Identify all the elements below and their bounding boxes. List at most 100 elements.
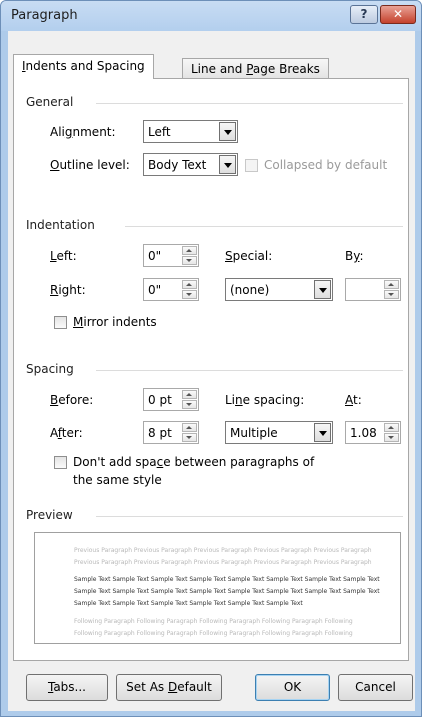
label-part: Li xyxy=(225,393,236,407)
spin-up-icon[interactable] xyxy=(384,423,399,432)
section-divider xyxy=(96,103,403,104)
special-dropdown[interactable]: (none) xyxy=(225,278,333,301)
label-accelerator: S xyxy=(225,249,233,263)
spin-down-icon[interactable] xyxy=(384,290,399,299)
label-part: utline level: xyxy=(59,158,130,172)
preview-following-line: Following Paragraph Following Paragraph … xyxy=(74,618,353,625)
spacing-before-label: Before: xyxy=(50,393,93,407)
spin-down-icon[interactable] xyxy=(182,256,197,265)
tab-indents-and-spacing[interactable]: Indents and Spacing xyxy=(13,54,154,79)
tab-label-part: age Breaks xyxy=(252,62,320,76)
label-part: t: xyxy=(353,393,362,407)
dont-add-space-label: Don't add space between paragraphs of xyxy=(73,455,314,469)
tab-accelerator: P xyxy=(246,62,253,76)
spinner-buttons xyxy=(182,390,197,409)
indent-right-spinner[interactable]: 0" xyxy=(143,278,199,301)
tab-label-part: ndents and Spacing xyxy=(25,59,145,73)
line-spacing-label: Line spacing: xyxy=(225,393,304,407)
special-label: Special: xyxy=(225,249,272,263)
by-label: By: xyxy=(345,249,364,263)
dont-add-space-label-line2: the same style xyxy=(73,473,162,487)
spinner-buttons xyxy=(384,423,399,442)
line-spacing-at-spinner[interactable]: 1.08 xyxy=(345,421,401,444)
mirror-indents-label: Mirror indents xyxy=(73,315,157,329)
spin-up-icon[interactable] xyxy=(182,390,197,399)
outline-level-value: Body Text xyxy=(148,158,207,172)
label-part: irror indents xyxy=(83,315,157,329)
chevron-down-icon[interactable] xyxy=(219,122,236,141)
collapsed-by-default-label: Collapsed by default xyxy=(264,158,388,172)
section-indentation-title: Indentation xyxy=(26,218,95,232)
at-label: At: xyxy=(345,393,362,407)
label-part: e between paragraphs of xyxy=(163,455,315,469)
collapsed-by-default-checkbox[interactable] xyxy=(245,159,258,172)
tabs-button[interactable]: Tabs... xyxy=(26,674,108,701)
chevron-down-icon[interactable] xyxy=(219,155,236,174)
spinner-buttons xyxy=(384,280,399,299)
alignment-value: Left xyxy=(148,125,171,139)
spinner-buttons xyxy=(182,246,197,265)
preview-previous-line: Previous Paragraph Previous Paragraph Pr… xyxy=(74,559,372,566)
help-button[interactable]: ? xyxy=(350,5,378,24)
section-divider xyxy=(96,370,403,371)
chevron-down-icon[interactable] xyxy=(314,423,331,442)
preview-previous-line: Previous Paragraph Previous Paragraph Pr… xyxy=(74,547,372,554)
spin-up-icon[interactable] xyxy=(182,246,197,255)
alignment-label: Alignment: xyxy=(50,125,116,139)
indent-right-value: 0" xyxy=(148,283,162,297)
indent-right-label: Right: xyxy=(50,283,86,297)
spin-up-icon[interactable] xyxy=(182,423,197,432)
spinner-buttons xyxy=(182,423,197,442)
dialog-title: Paragraph xyxy=(11,8,78,23)
label-part: Don't add spa xyxy=(73,455,157,469)
label-part: nment: xyxy=(72,125,116,139)
label-part: ter: xyxy=(61,426,83,440)
section-divider xyxy=(96,516,403,517)
label-accelerator: M xyxy=(73,315,84,329)
set-as-default-button[interactable]: Set As Default xyxy=(116,674,222,701)
label-part: ight: xyxy=(58,283,86,297)
preview-following-line: Following Paragraph Following Paragraph … xyxy=(74,630,353,637)
label-part: pecial: xyxy=(232,249,273,263)
outline-level-label: Outline level: xyxy=(50,158,130,172)
chevron-down-icon[interactable] xyxy=(314,280,331,299)
label-accelerator: B xyxy=(50,393,59,407)
alignment-dropdown[interactable]: Left xyxy=(143,120,238,143)
section-general-title: General xyxy=(26,95,74,109)
section-preview-title: Preview xyxy=(26,508,73,522)
spacing-before-value: 0 pt xyxy=(148,393,172,407)
spin-up-icon[interactable] xyxy=(182,280,197,289)
label-part: eft: xyxy=(56,249,77,263)
spin-down-icon[interactable] xyxy=(182,290,197,299)
paragraph-dialog: Paragraph ? ✕ Indents and Spacing Line a… xyxy=(0,0,422,717)
spacing-after-label: After: xyxy=(50,426,83,440)
dont-add-space-checkbox[interactable] xyxy=(54,456,67,469)
spin-down-icon[interactable] xyxy=(384,433,399,442)
spin-down-icon[interactable] xyxy=(182,433,197,442)
tab-line-and-page-breaks[interactable]: Line and Page Breaks xyxy=(182,58,329,79)
spin-down-icon[interactable] xyxy=(182,400,197,409)
line-spacing-at-value: 1.08 xyxy=(350,426,377,440)
line-spacing-value: Multiple xyxy=(230,426,278,440)
label-part: e spacing: xyxy=(242,393,305,407)
close-button[interactable]: ✕ xyxy=(380,5,416,24)
by-spinner[interactable] xyxy=(345,278,401,301)
spacing-before-spinner[interactable]: 0 pt xyxy=(143,388,199,411)
ok-button[interactable]: OK xyxy=(255,674,330,701)
cancel-button[interactable]: Cancel xyxy=(338,674,413,701)
section-divider xyxy=(125,226,403,227)
line-spacing-dropdown[interactable]: Multiple xyxy=(225,421,333,444)
preview-sample-line: Sample Text Sample Text Sample Text Samp… xyxy=(74,600,303,607)
label-part: efore: xyxy=(58,393,94,407)
spin-up-icon[interactable] xyxy=(384,280,399,289)
spacing-after-spinner[interactable]: 8 pt xyxy=(143,421,199,444)
spacing-after-value: 8 pt xyxy=(148,426,172,440)
label-part: Ali xyxy=(50,125,65,139)
button-label-part: abs... xyxy=(53,680,86,694)
section-spacing-title: Spacing xyxy=(26,362,74,376)
indent-left-spinner[interactable]: 0" xyxy=(143,244,199,267)
title-bar[interactable]: Paragraph ? ✕ xyxy=(1,1,421,31)
mirror-indents-checkbox[interactable] xyxy=(54,316,67,329)
tab-label-part: Line and xyxy=(191,62,247,76)
outline-level-dropdown[interactable]: Body Text xyxy=(143,153,238,176)
